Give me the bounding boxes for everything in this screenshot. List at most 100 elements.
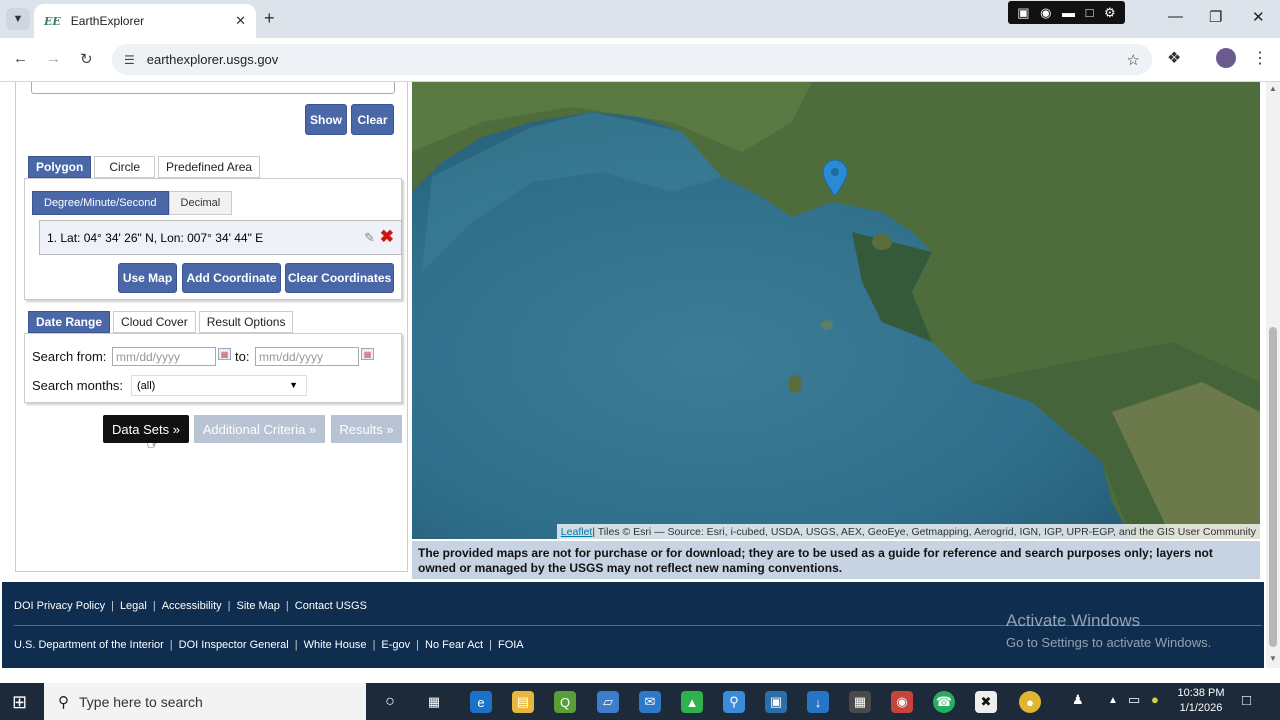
tab-predefined-area[interactable]: Predefined Area [158,156,261,178]
taskbar-clock[interactable]: 10:38 PM 1/1/2026 [1168,686,1234,716]
close-tab-icon[interactable]: ✕ [235,13,246,29]
tab-cloud-cover[interactable]: Cloud Cover [113,311,196,333]
store-icon[interactable]: ▦ [849,691,871,713]
camera-icon[interactable]: ◉ [1040,5,1051,21]
search-criteria-panel: Show Clear Polygon Circle Predefined Are… [15,82,408,572]
tab-degree-minute-second[interactable]: Degree/Minute/Second [32,191,169,215]
clock-time: 10:38 PM [1177,687,1225,699]
coordinate-text: 1. Lat: 04° 34' 26" N, Lon: 007° 34' 44"… [47,230,264,245]
task-view-icon[interactable]: ▦ [423,691,445,713]
footer-link-foia[interactable]: FOIA [498,639,524,651]
url-bar[interactable]: ☰ earthexplorer.usgs.gov ☆ [112,44,1152,75]
restore-button[interactable]: ❐ [1209,8,1222,26]
page-scrollbar[interactable]: ▲ ▼ [1266,82,1280,668]
video-icon[interactable]: ▬ [1062,5,1075,20]
gear-icon[interactable]: ⚙ [1104,5,1116,21]
search-from-label: Search from: [32,349,107,364]
mouse-cursor-icon: ☞ [146,436,161,453]
satellite-map [412,82,1260,539]
leaflet-link[interactable]: Leaflet [561,526,593,538]
search-months-select[interactable]: (all) ▼ [131,375,307,396]
chrome-icon[interactable]: ● [1019,691,1041,713]
footer-link-no-fear-act[interactable]: No Fear Act [425,639,483,651]
edit-pencil-icon[interactable]: ✎ [364,230,375,246]
file-explorer-icon[interactable]: ▤ [512,691,534,713]
app-icon-1[interactable]: ▱ [597,691,619,713]
network-icon[interactable]: ● [1151,692,1159,707]
tab-date-range[interactable]: Date Range [28,311,111,333]
clear-coordinates-button[interactable]: Clear Coordinates [285,263,394,293]
bookmark-star-icon[interactable]: ☆ [1127,51,1140,69]
close-window-button[interactable]: ✕ [1252,8,1265,26]
calendar-from-icon[interactable]: ▦ [218,348,231,360]
to-label: to: [235,349,250,364]
taskbar-search[interactable]: ⚲ Type here to search [44,683,366,720]
remote-desktop-icon[interactable]: ▣ [765,691,787,713]
show-button[interactable]: Show [305,104,347,135]
address-search-textarea[interactable] [31,82,395,94]
footer-links-row-1: DOI Privacy Policy | Legal | Accessibility… [14,600,367,612]
footer-link-site-map[interactable]: Site Map [236,600,279,612]
footer-link-egov[interactable]: E-gov [381,639,410,651]
scroll-up-icon[interactable]: ▲ [1269,84,1277,93]
footer-link-accessibility[interactable]: Accessibility [162,600,222,612]
clock-date: 1/1/2026 [1179,702,1223,714]
people-icon[interactable]: ♟ [1072,692,1084,708]
windows-start-icon[interactable]: ⊞ [12,692,27,713]
screenshot-icon[interactable]: ▣ [1017,5,1029,21]
footer-link-contact[interactable]: Contact USGS [295,600,367,612]
footer-link-white-house[interactable]: White House [304,639,367,651]
browser-menu-icon[interactable]: ⋮ [1252,48,1268,68]
footer-link-legal[interactable]: Legal [120,600,147,612]
browser-tab[interactable]: EE EarthExplorer ✕ [34,4,256,38]
tab-decimal[interactable]: Decimal [168,191,233,215]
tab-search-menu-button[interactable]: ▼ [6,8,30,30]
attribution-text: | Tiles © Esri — Source: Esri, i-cubed, … [592,525,1256,538]
notifications-icon[interactable]: □ [1242,692,1251,709]
scroll-down-icon[interactable]: ▼ [1269,654,1277,663]
footer-link-doi[interactable]: U.S. Department of the Interior [14,639,164,651]
calendar-to-icon[interactable]: ▦ [361,348,374,360]
clear-button[interactable]: Clear [351,104,394,135]
activate-windows-title: Activate Windows [1006,611,1141,630]
url-text: earthexplorer.usgs.gov [146,52,279,67]
map-view[interactable]: Leaflet | Tiles © Esri — Source: Esri, i… [412,82,1260,539]
back-icon[interactable]: ← [13,50,28,67]
search-app-icon[interactable]: ⚲ [723,691,745,713]
additional-criteria-button[interactable]: Additional Criteria » [194,415,325,443]
qgis-icon[interactable]: Q [554,691,576,713]
tab-result-options[interactable]: Result Options [198,311,294,333]
forward-icon[interactable]: → [46,50,61,67]
use-map-button[interactable]: Use Map [118,263,177,293]
mail-icon[interactable]: ✉ [639,691,661,713]
windows-taskbar: ⊞ ⚲ Type here to search ○ ▦ e ▤ Q ▱ ✉ ▲ … [0,683,1280,720]
minimize-button[interactable]: — [1168,8,1183,25]
footer-link-privacy[interactable]: DOI Privacy Policy [14,600,105,612]
date-from-input[interactable]: mm/dd/yyyy [112,347,216,366]
app-icon-3[interactable]: ◉ [891,691,913,713]
site-favicon: EE [44,14,61,28]
results-button[interactable]: Results » [331,415,402,443]
reload-icon[interactable]: ↻ [80,50,93,68]
footer-link-inspector-general[interactable]: DOI Inspector General [179,639,289,651]
window-icon[interactable]: □ [1086,5,1094,20]
whatsapp-icon[interactable]: ☎ [933,691,955,713]
cortana-icon[interactable]: ○ [379,691,401,713]
tab-polygon[interactable]: Polygon [28,156,92,178]
add-coordinate-button[interactable]: Add Coordinate [182,263,281,293]
app-icon-4[interactable]: ✖ [975,691,997,713]
tab-circle[interactable]: Circle [94,156,156,178]
tray-chevron-icon[interactable]: ▲ [1108,695,1118,706]
edge-browser-icon[interactable]: e [470,691,492,713]
scroll-thumb[interactable] [1269,327,1277,647]
download-icon[interactable]: ↓ [807,691,829,713]
delete-x-icon[interactable]: ✖ [380,227,394,247]
site-info-icon[interactable]: ☰ [124,53,135,67]
new-tab-button[interactable]: + [264,8,275,29]
app-icon-2[interactable]: ▲ [681,691,703,713]
profile-avatar[interactable] [1216,48,1236,68]
battery-icon[interactable]: ▭ [1128,692,1140,708]
extensions-icon[interactable]: ❖ [1167,48,1181,68]
date-to-input[interactable]: mm/dd/yyyy [255,347,359,366]
coordinate-list-item[interactable]: 1. Lat: 04° 34' 26" N, Lon: 007° 34' 44"… [39,220,402,255]
